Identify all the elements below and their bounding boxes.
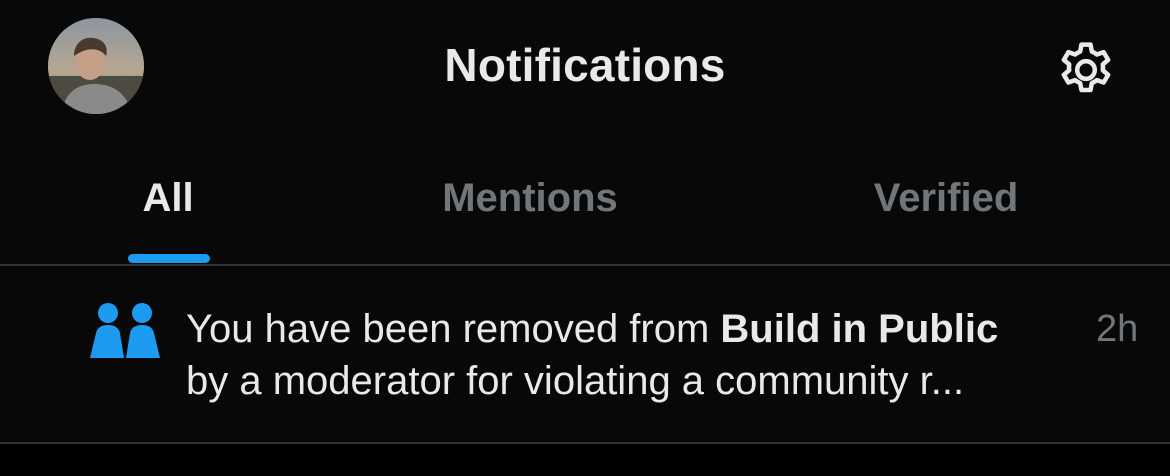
tab-verified-label: Verified [873, 175, 1019, 220]
tab-all-label: All [142, 175, 194, 220]
gear-icon [1061, 42, 1111, 93]
tab-verified[interactable]: Verified [796, 140, 1096, 264]
notification-divider [0, 442, 1170, 444]
notification-line2: by a moderator for violating a community… [186, 359, 965, 403]
notification-time: 2h [1096, 308, 1139, 350]
community-icon [90, 303, 160, 358]
notification-prefix: You have been removed from [186, 307, 721, 351]
page-title: Notifications [444, 39, 726, 91]
community-name: Build in Public [720, 307, 999, 351]
tab-mentions-label: Mentions [442, 175, 618, 220]
settings-button[interactable] [1052, 36, 1120, 104]
tab-all[interactable]: All [68, 140, 268, 264]
notification-text: You have been removed from Build in Publ… [186, 303, 1146, 407]
active-tab-indicator [128, 254, 210, 263]
tab-mentions[interactable]: Mentions [380, 140, 680, 264]
notification-tabs: All Mentions Verified [0, 140, 1170, 264]
header-bar: Notifications [0, 0, 1170, 140]
